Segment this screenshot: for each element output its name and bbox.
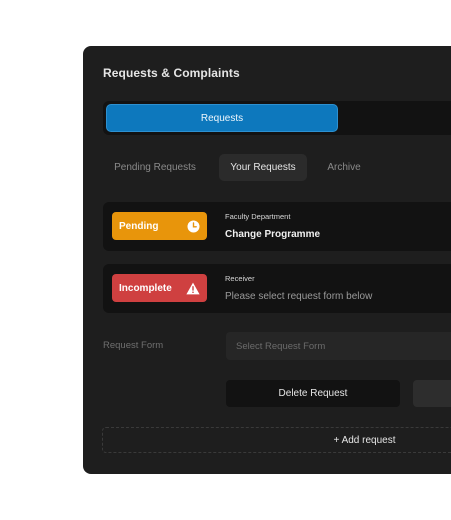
request-card-incomplete[interactable]: Incomplete Receiver Please select reques…: [103, 264, 451, 313]
request-card-pending[interactable]: Pending Faculty Department Change Progra…: [103, 202, 451, 251]
add-request-button[interactable]: + Add request: [102, 427, 451, 453]
card-value: Please select request form below: [225, 291, 373, 302]
card-value: Change Programme: [225, 229, 321, 240]
status-badge-incomplete: Incomplete: [112, 274, 207, 302]
segment-control: Requests: [103, 101, 451, 135]
status-badge-label: Incomplete: [119, 282, 172, 294]
clock-icon: [187, 220, 200, 233]
tab-pending-requests[interactable]: Pending Requests: [103, 154, 207, 181]
request-form-label: Request Form: [103, 340, 164, 351]
delete-request-button[interactable]: Delete Request: [226, 380, 400, 407]
add-request-label: + Add request: [333, 434, 396, 446]
card-label: Receiver: [225, 274, 255, 283]
segment-requests[interactable]: Requests: [106, 104, 338, 132]
requests-panel: Requests & Complaints Requests Pending R…: [83, 46, 451, 474]
card-label: Faculty Department: [225, 212, 291, 221]
status-badge-pending: Pending: [112, 212, 207, 240]
panel-title: Requests & Complaints: [103, 66, 240, 80]
tab-archive[interactable]: Archive: [319, 154, 369, 181]
warning-icon: [186, 282, 200, 295]
tab-your-requests[interactable]: Your Requests: [219, 154, 307, 181]
request-form-select[interactable]: Select Request Form: [226, 332, 451, 360]
status-badge-label: Pending: [119, 220, 159, 232]
secondary-button[interactable]: [413, 380, 451, 407]
